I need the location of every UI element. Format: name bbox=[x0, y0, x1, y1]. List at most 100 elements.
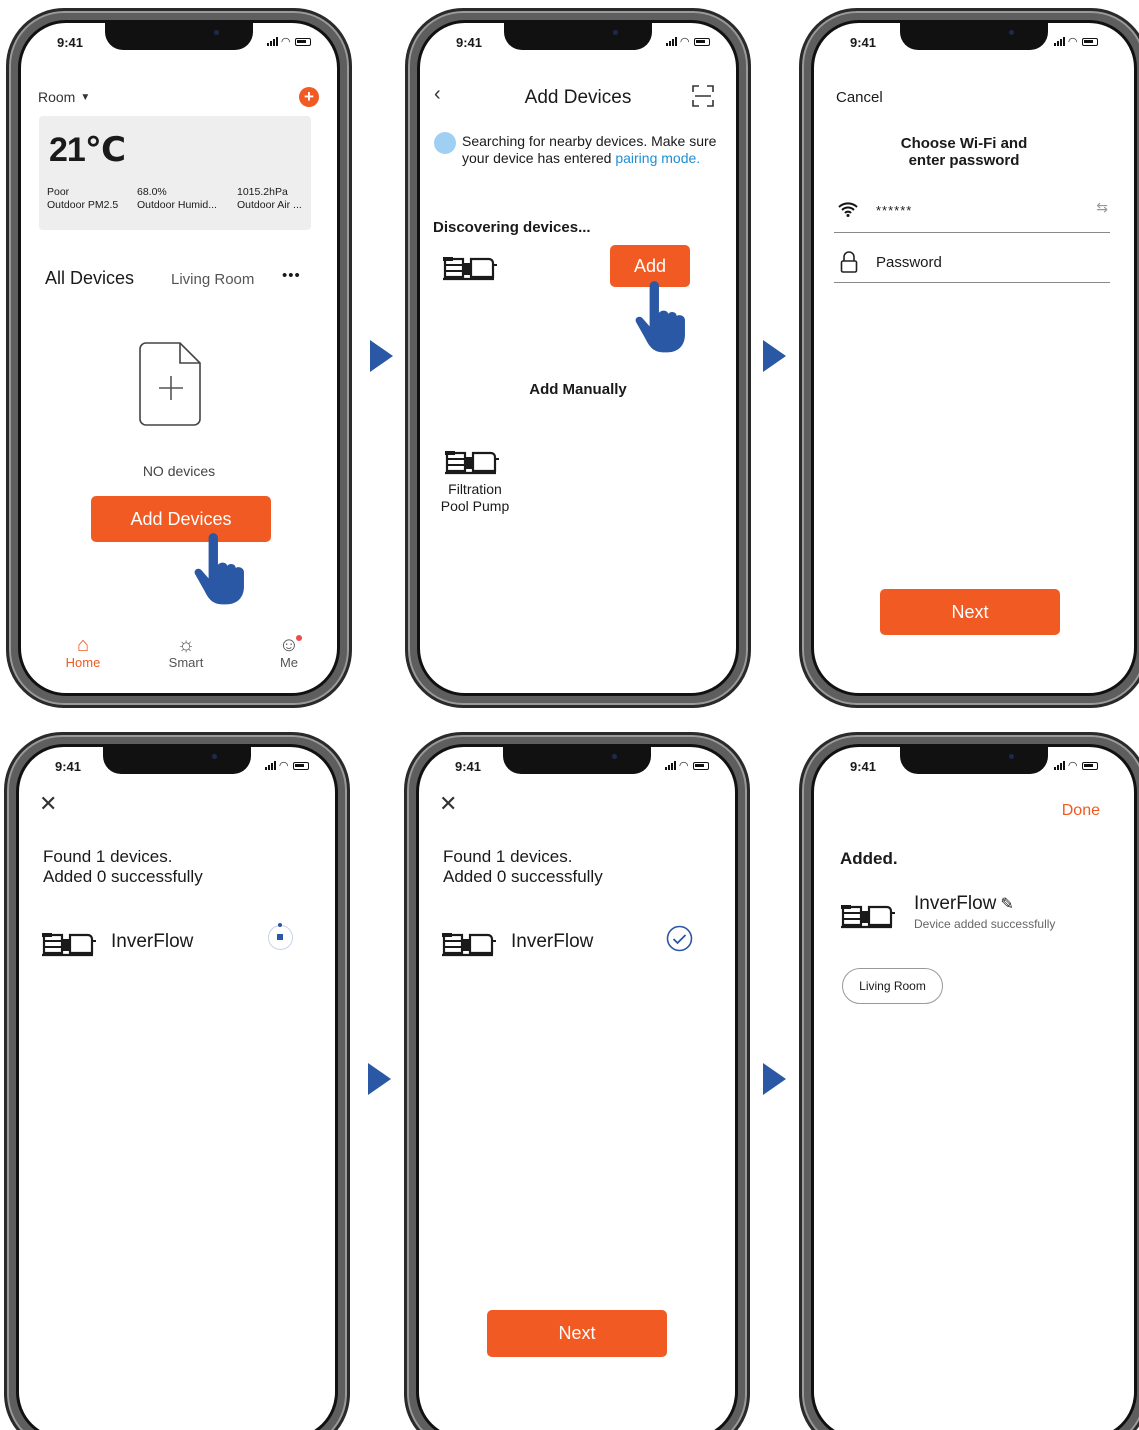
discovering-label: Discovering devices... bbox=[433, 219, 591, 236]
signal-icon bbox=[266, 37, 278, 46]
status-icons: ◠ bbox=[664, 759, 709, 772]
page-title: Add Devices bbox=[524, 87, 632, 108]
phone-home: 9:41 ◠ Room ▼ + 21℃ Poor Outdoor PM2.5 6… bbox=[6, 8, 352, 708]
device-name: InverFlow bbox=[111, 931, 194, 952]
close-icon[interactable]: ✕ bbox=[39, 791, 57, 817]
pairing-mode-link[interactable]: pairing mode. bbox=[615, 150, 700, 166]
status-time: 9:41 bbox=[850, 759, 877, 774]
next-button[interactable]: Next bbox=[880, 589, 1060, 635]
notch bbox=[900, 23, 1048, 50]
home-icon: ⌂ bbox=[76, 634, 90, 656]
wifi-icon: ◠ bbox=[680, 36, 690, 48]
hand-pointer-icon bbox=[193, 533, 245, 607]
wifi-icon: ◠ bbox=[279, 760, 289, 772]
add-plus-icon[interactable]: + bbox=[299, 87, 319, 107]
check-circle-icon bbox=[666, 925, 693, 957]
notification-dot bbox=[296, 635, 302, 641]
home-screen: 9:41 ◠ Room ▼ + 21℃ Poor Outdoor PM2.5 6… bbox=[18, 20, 340, 696]
phone-add-devices: 9:41 ◠ ‹ Add Devices Searching for nearb… bbox=[405, 8, 751, 708]
battery-icon bbox=[694, 37, 710, 46]
flow-arrow-4 bbox=[763, 1063, 786, 1095]
switch-network-icon[interactable]: ⇆ bbox=[1096, 199, 1108, 216]
found-checked-screen: 9:41 ◠ ✕ Found 1 devices. Added 0 succes… bbox=[416, 744, 738, 1430]
signal-icon bbox=[264, 761, 276, 770]
room-selector[interactable]: Room ▼ bbox=[38, 89, 90, 105]
notch bbox=[900, 747, 1048, 774]
device-status: Device added successfully bbox=[914, 917, 1056, 931]
next-button[interactable]: Next bbox=[487, 1310, 667, 1357]
tab-living-room[interactable]: Living Room bbox=[171, 271, 254, 288]
nav-home[interactable]: ⌂ Home bbox=[61, 635, 105, 670]
added-screen: 9:41 ◠ Done Added. InverFlow ✎ Device ad… bbox=[811, 744, 1137, 1430]
sun-icon: ☼ bbox=[176, 634, 196, 656]
wifi-icon: ◠ bbox=[679, 760, 689, 772]
status-icons: ◠ bbox=[264, 759, 309, 772]
notch bbox=[504, 23, 652, 50]
phone-wifi: 9:41 ◠ Cancel Choose Wi-Fi and enter pas… bbox=[799, 8, 1139, 708]
added-heading: Added. bbox=[840, 849, 898, 868]
weather-stat-pm25: Poor Outdoor PM2.5 bbox=[47, 186, 119, 211]
wifi-heading: Choose Wi-Fi and enter password bbox=[900, 135, 1028, 169]
phone-added: 9:41 ◠ Done Added. InverFlow ✎ Device ad… bbox=[799, 732, 1139, 1430]
close-icon[interactable]: ✕ bbox=[439, 791, 457, 817]
done-button[interactable]: Done bbox=[1062, 802, 1100, 820]
phone-found-checked: 9:41 ◠ ✕ Found 1 devices. Added 0 succes… bbox=[404, 732, 750, 1430]
status-icons: ◠ bbox=[665, 35, 710, 48]
room-chip[interactable]: Living Room bbox=[842, 968, 943, 1004]
pump-icon bbox=[41, 929, 97, 957]
notch bbox=[105, 23, 253, 50]
wifi-ssid-value: ****** bbox=[876, 203, 913, 218]
searching-text: Searching for nearby devices. Make sure … bbox=[462, 133, 717, 166]
lock-icon bbox=[840, 251, 858, 278]
notch bbox=[503, 747, 651, 774]
password-field[interactable]: Password bbox=[834, 247, 1110, 283]
pump-icon bbox=[441, 929, 497, 957]
phone-found-pending: 9:41 ◠ ✕ Found 1 devices. Added 0 succes… bbox=[4, 732, 350, 1430]
weather-stat-humidity: 68.0% Outdoor Humid... bbox=[137, 186, 217, 211]
edit-pencil-icon[interactable]: ✎ bbox=[1000, 894, 1013, 914]
wifi-screen: 9:41 ◠ Cancel Choose Wi-Fi and enter pas… bbox=[811, 20, 1137, 696]
found-pending-screen: 9:41 ◠ ✕ Found 1 devices. Added 0 succes… bbox=[16, 744, 338, 1430]
room-label: Room bbox=[38, 89, 76, 105]
battery-icon bbox=[1082, 37, 1098, 46]
device-label[interactable]: Filtration Pool Pump bbox=[430, 481, 520, 515]
status-time: 9:41 bbox=[455, 759, 482, 774]
wifi-icon: ◠ bbox=[1068, 760, 1078, 772]
searching-indicator-icon bbox=[434, 132, 456, 154]
cancel-button[interactable]: Cancel bbox=[836, 89, 883, 106]
profile-icon: ☺ bbox=[269, 635, 309, 655]
status-icons: ◠ bbox=[266, 35, 311, 48]
status-time: 9:41 bbox=[57, 35, 84, 50]
battery-icon bbox=[295, 37, 311, 46]
found-summary: Found 1 devices. Added 0 successfully bbox=[43, 847, 203, 886]
wifi-signal-icon bbox=[838, 201, 858, 222]
flow-arrow-3 bbox=[368, 1063, 391, 1095]
pump-icon bbox=[442, 253, 498, 281]
empty-file-icon bbox=[138, 341, 204, 432]
nav-smart[interactable]: ☼ Smart bbox=[161, 635, 211, 670]
battery-icon bbox=[293, 761, 309, 770]
password-placeholder: Password bbox=[876, 254, 942, 271]
more-icon[interactable]: ••• bbox=[282, 267, 301, 284]
add-devices-screen: 9:41 ◠ ‹ Add Devices Searching for nearb… bbox=[417, 20, 739, 696]
tab-all-devices[interactable]: All Devices bbox=[45, 268, 134, 289]
status-icons: ◠ bbox=[1053, 759, 1098, 772]
add-manually-label: Add Manually bbox=[529, 381, 627, 398]
found-summary: Found 1 devices. Added 0 successfully bbox=[443, 847, 603, 886]
device-name-row[interactable]: InverFlow ✎ bbox=[914, 893, 1014, 915]
flow-arrow-1 bbox=[370, 340, 393, 372]
status-time: 9:41 bbox=[456, 35, 483, 50]
flow-arrow-2 bbox=[763, 340, 786, 372]
nav-me[interactable]: ☺ Me bbox=[269, 635, 309, 670]
signal-icon bbox=[664, 761, 676, 770]
device-name: InverFlow bbox=[511, 931, 594, 952]
scan-icon[interactable] bbox=[692, 85, 714, 112]
wifi-icon: ◠ bbox=[281, 36, 291, 48]
pump-icon[interactable] bbox=[444, 447, 500, 475]
wifi-field[interactable]: ****** ⇆ bbox=[834, 199, 1110, 233]
device-name: InverFlow bbox=[914, 893, 997, 914]
signal-icon bbox=[1053, 761, 1065, 770]
status-icons: ◠ bbox=[1053, 35, 1098, 48]
status-time: 9:41 bbox=[850, 35, 877, 50]
loading-spinner-icon bbox=[268, 923, 293, 950]
